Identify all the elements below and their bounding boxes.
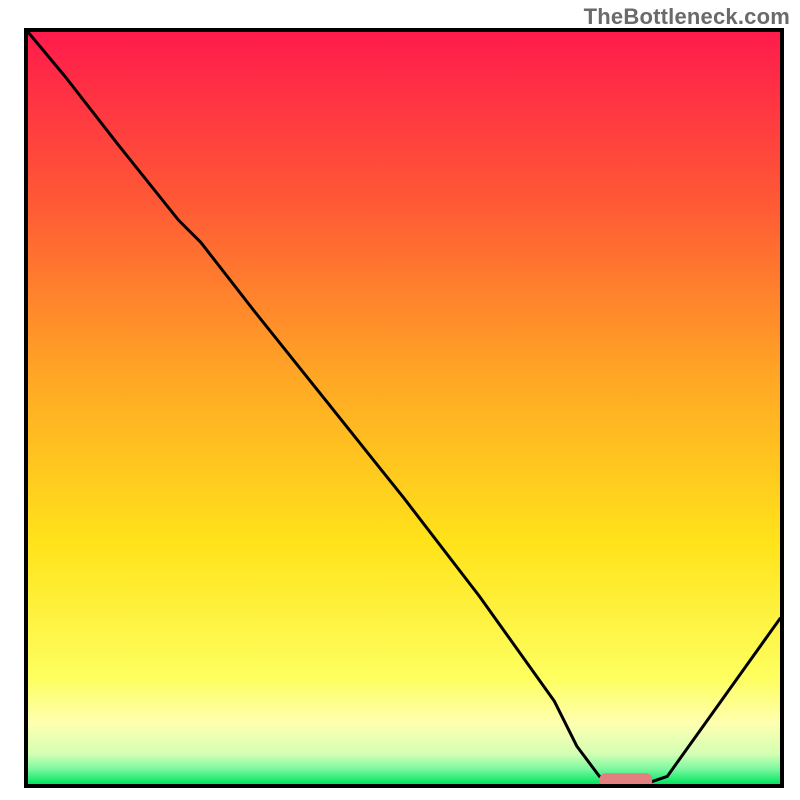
optimal-range-marker: [600, 773, 653, 784]
plot-area: [24, 28, 784, 788]
chart-svg: [28, 32, 780, 784]
chart-frame: TheBottleneck.com: [0, 0, 800, 800]
background-gradient: [28, 32, 780, 784]
watermark-text: TheBottleneck.com: [584, 4, 790, 30]
